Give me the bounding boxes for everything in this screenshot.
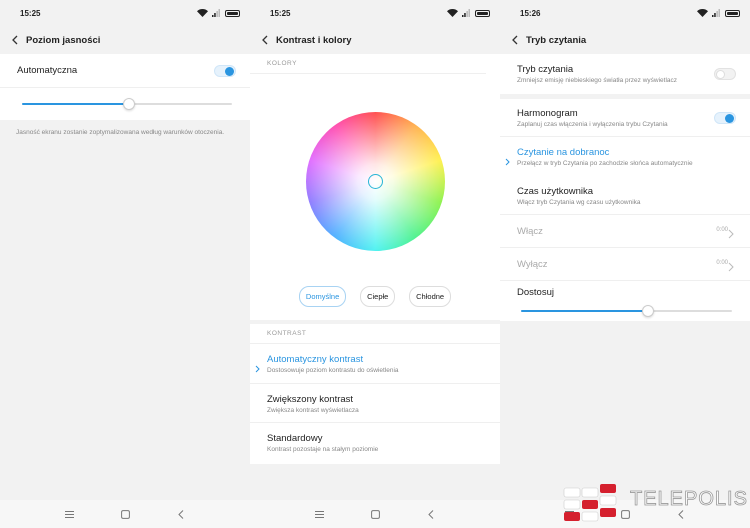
schedule-card: Harmonogram Zaplanuj czas włączenia i wy… <box>500 99 750 321</box>
status-time: 15:25 <box>20 8 41 18</box>
user-time-sub: Włącz tryb Czytania wg czasu użytkownika <box>517 199 641 206</box>
user-time-title: Czas użytkownika <box>517 186 594 197</box>
auto-brightness-row[interactable]: Automatyczna <box>0 54 250 88</box>
nav-back-icon[interactable] <box>424 507 438 521</box>
adjust-slider-thumb[interactable] <box>641 305 654 317</box>
title-bar: Kontrast i kolory <box>250 26 500 54</box>
nav-back-icon[interactable] <box>174 507 188 521</box>
reading-mode-title: Tryb czytania <box>517 64 574 75</box>
selected-chevron-icon <box>255 360 263 372</box>
status-time: 15:26 <box>520 8 541 18</box>
screen-brightness: 15:25 Poziom jasności Automatyczna Jasno… <box>0 0 250 528</box>
contrast-increased-sub: Zwiększa kontrast wyświetlacza <box>267 407 359 414</box>
night-reading-title: Czytanie na dobranoc <box>517 147 610 158</box>
page-title: Tryb czytania <box>526 34 587 46</box>
turn-on-label: Włącz <box>517 225 543 237</box>
back-icon[interactable] <box>8 33 22 47</box>
menu-icon[interactable] <box>62 507 76 521</box>
status-bar: 15:26 <box>500 0 750 26</box>
night-reading-sub: Przełącz w tryb Czytania po zachodzie sł… <box>517 160 693 167</box>
color-default-button[interactable]: Domyślne <box>298 286 347 307</box>
page-title: Kontrast i kolory <box>276 34 352 46</box>
signal-icon <box>462 9 470 17</box>
menu-icon[interactable] <box>312 507 326 521</box>
reading-mode-row[interactable]: Tryb czytania Zmniejsz emisję niebieskie… <box>500 54 750 94</box>
screen-reading-mode: 15:26 Tryb czytania Tryb czytania Zmniej… <box>500 0 750 528</box>
chevron-right-icon <box>728 259 738 272</box>
schedule-title: Harmonogram <box>517 108 578 119</box>
contrast-auto-row[interactable]: Automatyczny kontrast Dostosowuje poziom… <box>250 344 500 384</box>
contrast-standard-row[interactable]: Standardowy Kontrast pozostaje na stałym… <box>250 423 500 463</box>
chevron-right-icon <box>728 226 738 239</box>
selected-chevron-icon <box>505 153 513 166</box>
auto-brightness-label: Automatyczna <box>17 65 78 76</box>
status-bar: 15:25 <box>0 0 250 26</box>
turn-off-row[interactable]: Wyłącz 0:00 <box>500 248 750 281</box>
wifi-icon <box>697 9 708 17</box>
colors-section-label: KOLORY <box>250 54 486 74</box>
reading-mode-toggle[interactable] <box>714 68 736 80</box>
back-icon[interactable] <box>508 33 522 47</box>
signal-icon <box>212 9 220 17</box>
contrast-auto-sub: Dostosowuje poziom kontrastu do oświetle… <box>267 367 399 374</box>
color-warm-button[interactable]: Ciepłe <box>360 286 396 307</box>
reading-card: Tryb czytania Zmniejsz emisję niebieskie… <box>500 54 750 94</box>
battery-icon <box>725 9 740 17</box>
brightness-card: Automatyczna <box>0 54 250 120</box>
status-bar: 15:25 <box>250 0 500 26</box>
brightness-slider-thumb[interactable] <box>123 98 136 110</box>
title-bar: Poziom jasności <box>0 26 250 54</box>
nav-bar <box>0 500 250 528</box>
user-time-row[interactable]: Czas użytkownika Włącz tryb Czytania wg … <box>500 177 750 215</box>
color-wheel-selector[interactable] <box>368 174 383 189</box>
telepolis-logo-icon <box>563 484 617 522</box>
reading-mode-sub: Zmniejsz emisję niebieskiego światła prz… <box>517 77 678 84</box>
signal-icon <box>712 9 720 17</box>
home-icon[interactable] <box>368 507 382 521</box>
contrast-auto-title: Automatyczny kontrast <box>267 354 364 365</box>
contrast-card: KONTRAST Automatyczny kontrast Dostosowu… <box>250 324 500 464</box>
turn-on-row[interactable]: Włącz 0:00 <box>500 215 750 248</box>
telepolis-watermark: TELEPOLIS <box>562 480 750 528</box>
auto-brightness-toggle[interactable] <box>214 65 236 77</box>
adjust-label: Dostosuj <box>517 287 554 298</box>
contrast-increased-row[interactable]: Zwiększony kontrast Zwiększa kontrast wy… <box>250 384 500 423</box>
brightness-note: Jasność ekranu zostanie zoptymalizowana … <box>16 129 225 136</box>
watermark-text: TELEPOLIS <box>630 488 748 511</box>
adjust-slider[interactable] <box>521 304 732 318</box>
schedule-toggle[interactable] <box>714 112 736 124</box>
wifi-icon <box>197 9 208 17</box>
wifi-icon <box>447 9 458 17</box>
battery-icon <box>475 9 490 17</box>
turn-on-value: 0:00 <box>716 227 728 233</box>
night-reading-row[interactable]: Czytanie na dobranoc Przełącz w tryb Czy… <box>500 137 750 177</box>
color-wheel[interactable] <box>306 112 445 251</box>
contrast-standard-title: Standardowy <box>267 433 323 444</box>
battery-icon <box>225 9 240 17</box>
contrast-standard-sub: Kontrast pozostaje na stałym poziomie <box>267 446 379 453</box>
turn-off-label: Wyłącz <box>517 258 548 270</box>
adjust-row: Dostosuj <box>500 281 750 318</box>
schedule-row[interactable]: Harmonogram Zaplanuj czas włączenia i wy… <box>500 99 750 137</box>
nav-bar <box>250 500 500 528</box>
brightness-slider[interactable] <box>22 97 232 111</box>
home-icon[interactable] <box>118 507 132 521</box>
screen-contrast-colors: 15:25 Kontrast i kolory KOLORY Domyślne … <box>250 0 500 528</box>
color-cold-button[interactable]: Chłodne <box>409 286 452 307</box>
colors-card: KOLORY Domyślne Ciepłe Chłodne <box>250 54 500 320</box>
title-bar: Tryb czytania <box>500 26 750 54</box>
contrast-increased-title: Zwiększony kontrast <box>267 394 354 405</box>
status-time: 15:25 <box>270 8 291 18</box>
contrast-section-label: KONTRAST <box>250 324 500 344</box>
back-icon[interactable] <box>258 33 272 47</box>
schedule-sub: Zaplanuj czas włączenia i wyłączenia try… <box>517 121 668 128</box>
page-title: Poziom jasności <box>26 34 101 46</box>
turn-off-value: 0:00 <box>716 260 728 266</box>
